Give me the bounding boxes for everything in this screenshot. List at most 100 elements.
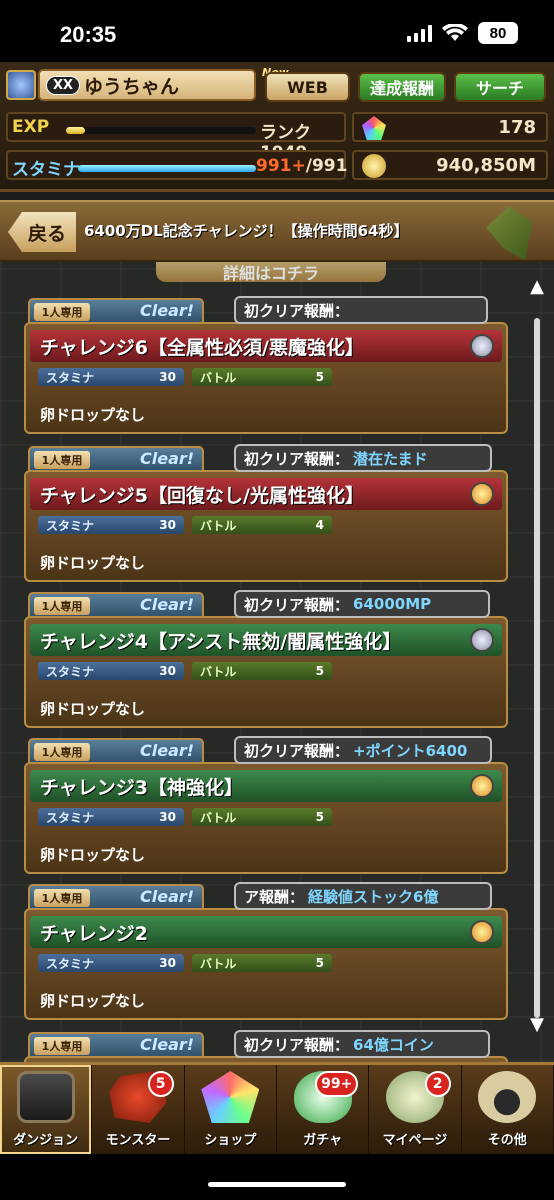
nav-dungeon[interactable]: ダンジョン [0,1065,93,1154]
scrollbar[interactable] [534,318,540,1018]
status-icons: 80 [407,22,518,44]
egg-drop-text: 卵ドロップなし [40,846,146,864]
floor-name-strip: チャレンジ5【回復なし/光属性強化】 [30,478,502,510]
card-header: 1人専用 Clear! [28,446,204,472]
achievement-reward-button[interactable]: 達成報酬 [358,72,446,102]
floor-card-challenge-3[interactable]: 1人専用 Clear! チャレンジ3【神強化】 スタミナ 30 バトル 5 卵ド… [24,736,508,874]
reward-value: 潜在たまド [353,449,428,468]
stamina-chip-value: 30 [159,664,176,678]
nav-label: ダンジョン [13,1133,79,1148]
battle-chip: バトル 5 [192,368,332,386]
floor-card-challenge-2[interactable]: 1人専用 Clear! チャレンジ2 スタミナ 30 バトル 5 卵ドロップなし… [24,882,508,1020]
reward-value: 経験値ストック6億 [308,887,439,906]
exp-label: EXP [12,117,50,137]
stamina-chip-label: スタミナ [46,810,95,825]
clear-tag: Clear! [140,595,195,614]
home-indicator[interactable] [208,1182,346,1187]
scroll-down-icon[interactable]: ▼ [530,1014,544,1035]
card-body: チャレンジ3【神強化】 スタミナ 30 バトル 5 卵ドロップなし [24,762,508,874]
solo-tag: 1人専用 [34,597,90,615]
reward-gear-icon [470,774,494,798]
battle-chip-value: 5 [315,664,324,678]
stamina-bar [78,165,256,172]
solo-tag: 1人専用 [34,1037,90,1055]
nav-other[interactable]: その他 [462,1065,554,1154]
reward-label: 初クリア報酬： [244,301,350,320]
stamina-current: 991 [256,156,292,176]
back-button[interactable]: 戻る [8,212,76,252]
battle-chip-label: バトル [200,518,237,533]
clear-tag: Clear! [140,301,195,320]
coin-panel: 940,850M [352,150,548,180]
exp-bar [66,127,256,134]
clear-tag: Clear! [140,887,195,906]
floor-name-strip: チャレンジ2 [30,916,502,948]
dungeon-title: 6400万DL記念チャレンジ！【操作時間64秒】 [84,222,409,240]
battery-icon: 80 [478,22,518,44]
stamina-label: スタミナ [12,160,80,180]
magic-stone-panel[interactable]: 178 [352,112,548,142]
floor-name-strip: チャレンジ4【アシスト無効/闇属性強化】 [30,624,502,656]
clear-tag: Clear! [140,741,195,760]
egg-drop-text: 卵ドロップなし [40,700,146,718]
reward-label: 初クリア報酬： [244,595,350,614]
card-header: 1人専用 Clear! [28,884,204,910]
first-clear-reward: 初クリア報酬： +ポイント6400 [234,736,492,764]
game-header: XX ゆうちゃん New WEB 達成報酬 サーチ EXP ランク1949 スタ… [0,62,554,192]
reward-orb-icon [470,628,494,652]
clear-tag: Clear! [140,449,195,468]
floor-name: チャレンジ6【全属性必須/悪魔強化】 [40,336,364,359]
battle-chip-label: バトル [200,810,237,825]
signal-icon [407,24,432,42]
search-button[interactable]: サーチ [454,72,546,102]
web-button[interactable]: WEB [265,72,350,102]
nav-monster[interactable]: 5 モンスター [92,1065,185,1154]
stamina-chip-value: 30 [159,956,176,970]
solo-tag: 1人専用 [34,743,90,761]
floor-card-challenge-6[interactable]: 1人専用 Clear! チャレンジ6【全属性必須/悪魔強化】 スタミナ 30 バ… [24,296,508,434]
stamina-chip: スタミナ 30 [38,368,184,386]
dungeon-title-bar: 戻る 6400万DL記念チャレンジ！【操作時間64秒】 [0,200,554,262]
dungeon-gate-icon [16,1071,75,1123]
card-body: チャレンジ2 スタミナ 30 バトル 5 卵ドロップなし [24,908,508,1020]
nav-label: マイページ [382,1133,448,1148]
stamina-chip-label: スタミナ [46,518,95,533]
nav-label: ショップ [204,1133,257,1148]
notification-badge: 2 [424,1071,451,1097]
avatar[interactable] [6,70,36,100]
stamina-chip-value: 30 [159,370,176,384]
stamina-chip: スタミナ 30 [38,954,184,972]
clock: 20:35 [60,22,117,47]
stamina-bar-fill [78,165,256,172]
status-bar: 20:35 80 [0,0,554,62]
exp-bar-fill [66,127,85,134]
card-header: 1人専用 Clear! [28,738,204,764]
floor-name-strip: チャレンジ6【全属性必須/悪魔強化】 [30,330,502,362]
floor-card-challenge-5[interactable]: 1人専用 Clear! チャレンジ5【回復なし/光属性強化】 スタミナ 30 バ… [24,444,508,582]
floor-list[interactable]: 詳細はコチラ ▲ ▼ 1人専用 Clear! チャレンジ6【全属性必須/悪魔強化… [0,262,554,1062]
egg-drop-text: 卵ドロップなし [40,554,146,572]
stamina-chip: スタミナ 30 [38,516,184,534]
coin-count: 940,850M [436,155,536,176]
card-body: チャレンジ6【全属性必須/悪魔強化】 スタミナ 30 バトル 5 卵ドロップなし [24,322,508,434]
nav-gacha[interactable]: 99+ ガチャ [277,1065,370,1154]
floor-card-challenge-4[interactable]: 1人専用 Clear! チャレンジ4【アシスト無効/闇属性強化】 スタミナ 30… [24,590,508,728]
floor-name: チャレンジ4【アシスト無効/闇属性強化】 [40,630,402,653]
floor-name: チャレンジ5【回復なし/光属性強化】 [40,484,364,507]
scroll-up-icon[interactable]: ▲ [530,276,544,297]
wifi-icon [442,24,468,41]
player-name-box[interactable]: XX ゆうちゃん [38,69,256,101]
floor-card-challenge-1[interactable]: 1人専用 Clear! 初クリア報酬： 64億コイン [24,1030,508,1062]
notification-badge: 99+ [315,1071,359,1097]
nav-mypage[interactable]: 2 マイページ [369,1065,462,1154]
detail-tab[interactable]: 詳細はコチラ [156,262,386,283]
solo-tag: 1人専用 [34,889,90,907]
nav-shop[interactable]: ショップ [185,1065,277,1154]
reward-label: 初クリア報酬： [244,449,350,468]
exp-panel: EXP ランク1949 [6,112,346,163]
reward-gear-icon [470,482,494,506]
system-bottom-bar [0,1154,554,1200]
floor-name: チャレンジ3【神強化】 [40,776,244,799]
card-body: チャレンジ4【アシスト無効/闇属性強化】 スタミナ 30 バトル 5 卵ドロップ… [24,616,508,728]
first-clear-reward: ア報酬： 経験値ストック6億 [234,882,492,910]
